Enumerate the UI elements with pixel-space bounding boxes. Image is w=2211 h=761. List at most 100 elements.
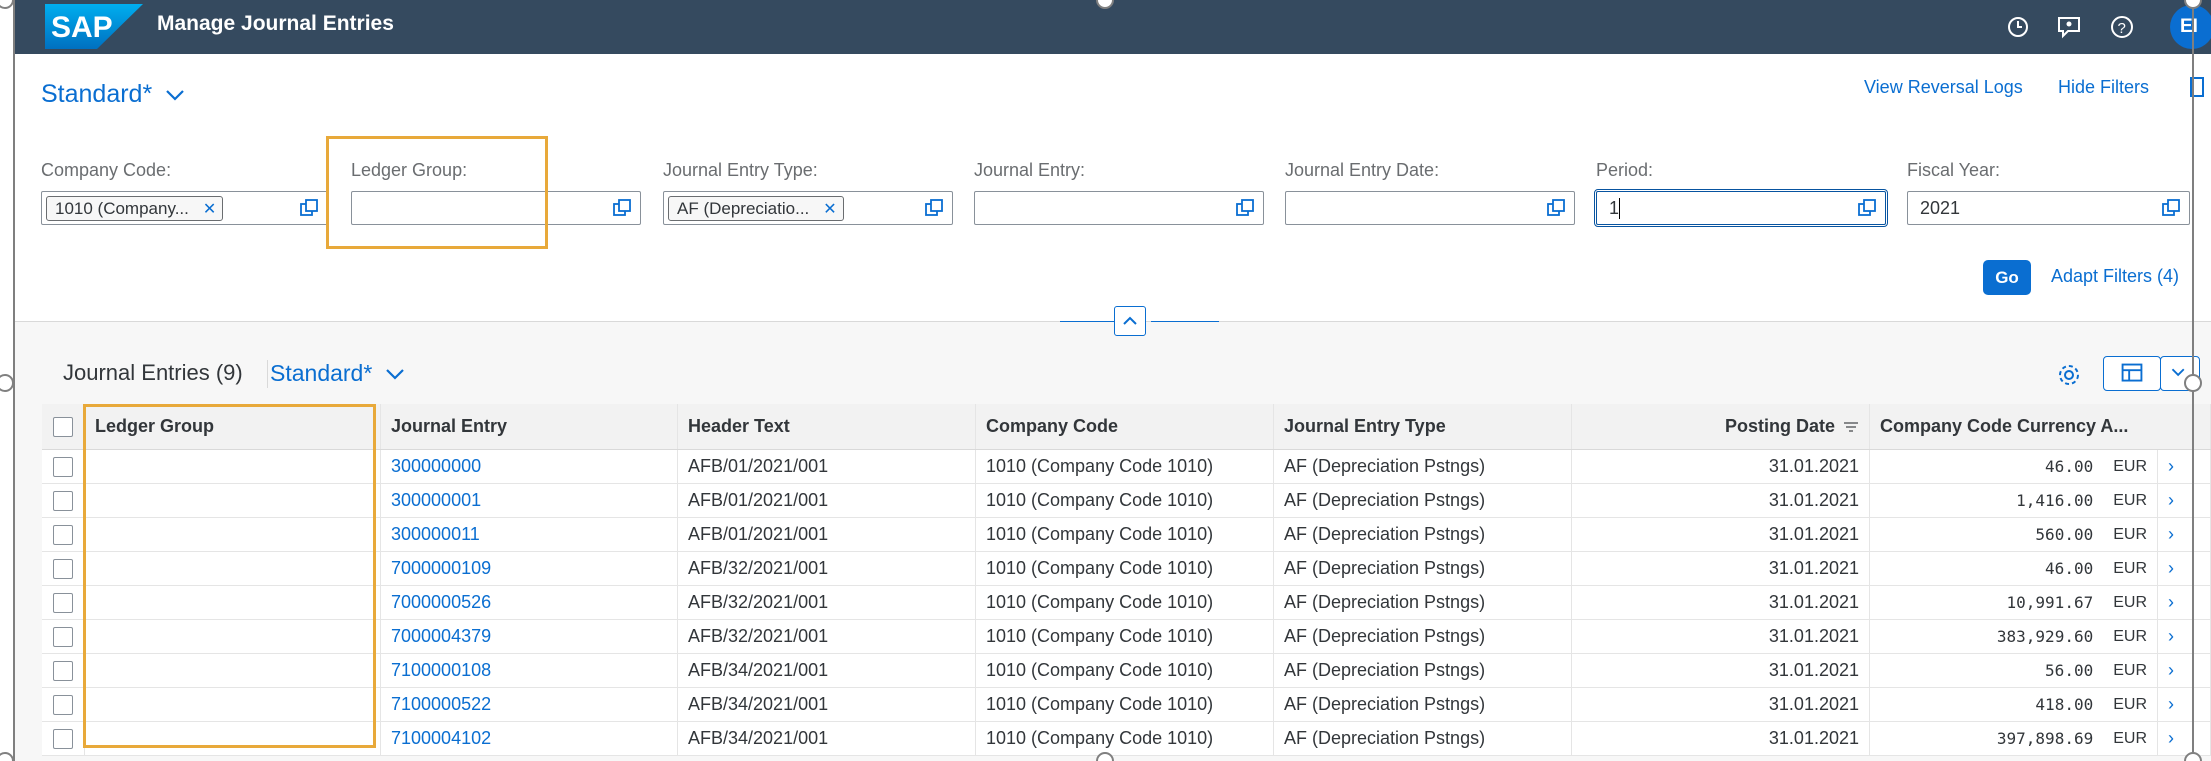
fiscal-year-field[interactable]: 2021 [1907,191,2190,225]
user-avatar[interactable]: EI [2170,5,2211,49]
fiscal-year-value: 2021 [1920,198,1961,218]
cell-journal-entry-type: AF (Depreciation Pstngs) [1274,552,1572,585]
cell-posting-date: 31.01.2021 [1572,620,1870,653]
column-header-company-code-currency-amount[interactable]: Company Code Currency A... [1870,404,2211,449]
currency-code: EUR [2113,695,2147,713]
row-navigation-icon[interactable]: › [2158,450,2211,483]
row-checkbox[interactable] [53,558,73,579]
row-navigation-icon[interactable]: › [2158,552,2211,585]
value-help-icon[interactable] [299,198,319,218]
value-help-icon[interactable] [1857,198,1877,218]
row-navigation-icon[interactable]: › [2158,722,2211,755]
feedback-icon[interactable] [2055,13,2083,41]
amount-value: 46.00 [2045,559,2094,578]
cell-journal-entry-link[interactable]: 7100004102 [381,722,678,755]
select-all-checkbox[interactable] [53,416,73,437]
column-header-header-text[interactable]: Header Text [678,404,976,449]
cell-company-code: 1010 (Company Code 1010) [976,688,1274,721]
title-separator [267,360,268,388]
cell-posting-date: 31.01.2021 [1572,722,1870,755]
row-checkbox[interactable] [53,660,73,681]
cell-journal-entry-link[interactable]: 7100000522 [381,688,678,721]
currency-code: EUR [2113,729,2147,747]
variant-label: Standard* [41,80,153,108]
help-icon[interactable]: ? [2108,13,2136,41]
value-help-icon[interactable] [1546,198,1566,218]
cell-header-text: AFB/32/2021/001 [678,620,976,653]
value-help-icon[interactable] [924,198,944,218]
row-checkbox[interactable] [53,456,73,477]
gear-icon[interactable] [2056,362,2082,388]
column-header-journal-entry-type[interactable]: Journal Entry Type [1274,404,1572,449]
row-navigation-icon[interactable]: › [2158,484,2211,517]
resize-handle[interactable] [0,374,14,392]
row-navigation-icon[interactable]: › [2158,518,2211,551]
row-navigation-icon[interactable]: › [2158,688,2211,721]
cell-header-text: AFB/32/2021/001 [678,552,976,585]
cell-journal-entry-type: AF (Depreciation Pstngs) [1274,688,1572,721]
go-button[interactable]: Go [1983,260,2031,295]
cell-journal-entry-link[interactable]: 7100000108 [381,654,678,687]
sap-logo[interactable]: SAP [45,4,143,49]
period-value: 1 [1609,198,1620,218]
cell-journal-entry-type: AF (Depreciation Pstngs) [1274,586,1572,619]
table-variant-label: Standard* [270,360,373,386]
adapt-filters-link[interactable]: Adapt Filters (4) [2051,266,2179,287]
cell-journal-entry-link[interactable]: 7000004379 [381,620,678,653]
amount-value: 560.00 [2035,525,2094,544]
company-code-field[interactable]: 1010 (Company... ✕ [41,191,328,225]
export-button[interactable] [2103,356,2161,391]
row-select-cell [42,722,85,755]
column-header-posting-date[interactable]: Posting Date [1572,404,1870,449]
chevron-down-icon [386,368,405,380]
cell-posting-date: 31.01.2021 [1572,586,1870,619]
cell-journal-entry-link[interactable]: 300000000 [381,450,678,483]
cell-journal-entry-type: AF (Depreciation Pstngs) [1274,518,1572,551]
value-help-icon[interactable] [612,198,632,218]
page-variant-selector[interactable]: Standard* [41,80,186,109]
value-help-icon[interactable] [2161,198,2181,218]
cell-journal-entry-link[interactable]: 300000011 [381,518,678,551]
resize-handle[interactable] [0,752,14,761]
row-navigation-icon[interactable]: › [2158,586,2211,619]
cell-posting-date: 31.01.2021 [1572,484,1870,517]
share-icon[interactable] [2188,76,2204,98]
row-navigation-icon[interactable]: › [2158,620,2211,653]
row-checkbox[interactable] [53,694,73,715]
cell-journal-entry-link[interactable]: 7000000109 [381,552,678,585]
history-icon[interactable] [2004,13,2032,41]
token-remove-icon[interactable]: ✕ [203,199,216,219]
column-header-journal-entry[interactable]: Journal Entry [381,404,678,449]
column-header-company-code[interactable]: Company Code [976,404,1274,449]
row-checkbox[interactable] [53,626,73,647]
export-spreadsheet-icon [2121,363,2143,382]
filter-label-period: Period: [1596,160,1654,180]
row-select-cell [42,484,85,517]
period-field[interactable]: 1 [1594,189,1888,227]
row-navigation-icon[interactable]: › [2158,654,2211,687]
cell-amount: 397,898.69 EUR [1870,722,2158,755]
value-help-icon[interactable] [1235,198,1255,218]
company-code-token[interactable]: 1010 (Company... ✕ [46,196,224,221]
row-checkbox[interactable] [53,490,73,511]
view-reversal-logs-link[interactable]: View Reversal Logs [1864,77,2023,98]
journal-entry-type-field[interactable]: AF (Depreciatio... ✕ [663,191,953,225]
collapse-header-button[interactable] [1114,306,1146,336]
filter-label-journal-entry-type: Journal Entry Type: [663,160,818,180]
token-remove-icon[interactable]: ✕ [823,199,836,219]
cell-company-code: 1010 (Company Code 1010) [976,518,1274,551]
table-variant-selector[interactable]: Standard* [270,360,406,387]
row-checkbox[interactable] [53,592,73,613]
highlight-ledger-group-filter [326,136,548,249]
journal-entry-field[interactable] [974,191,1264,225]
row-checkbox[interactable] [53,728,73,749]
row-checkbox[interactable] [53,524,73,545]
cell-amount: 560.00 EUR [1870,518,2158,551]
resize-handle[interactable] [2184,374,2202,392]
journal-entry-date-field[interactable] [1285,191,1575,225]
hide-filters-link[interactable]: Hide Filters [2058,77,2149,98]
cell-journal-entry-link[interactable]: 300000001 [381,484,678,517]
resize-handle[interactable] [0,0,14,9]
journal-entry-type-token[interactable]: AF (Depreciatio... ✕ [668,196,844,221]
cell-journal-entry-link[interactable]: 7000000526 [381,586,678,619]
